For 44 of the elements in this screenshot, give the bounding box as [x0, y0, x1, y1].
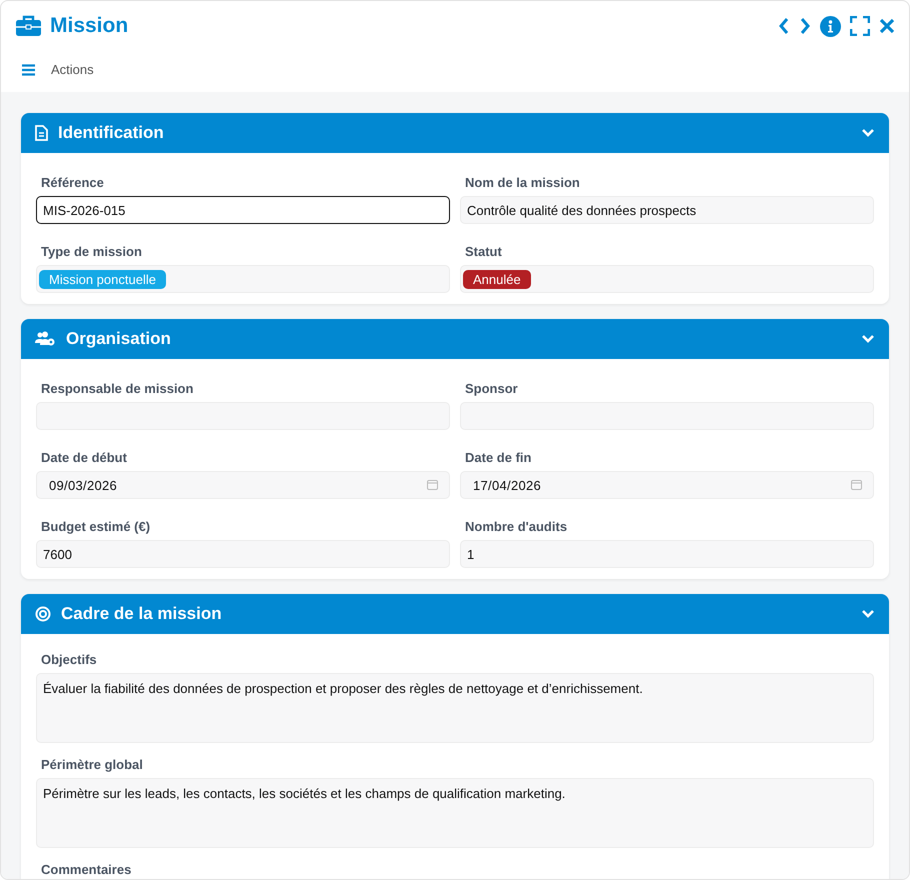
field-label: Date de début [41, 450, 128, 465]
select-field[interactable]: Annulée [460, 265, 874, 293]
people-gear-icon [35, 331, 56, 347]
field-label: Budget estimé (€) [41, 519, 152, 534]
close-icon[interactable] [879, 18, 895, 34]
window-title: Mission [50, 14, 130, 38]
section-header[interactable]: Organisation [21, 319, 889, 359]
briefcase-icon [16, 15, 41, 37]
section-title: Identification [58, 123, 165, 143]
field-label: Nombre d'audits [465, 519, 568, 534]
actions-menu[interactable]: Actions [51, 62, 94, 77]
text-area[interactable]: Évaluer la fiabilité des données de prospection et proposer des règles de nettoyage et d’enrichissement. [36, 673, 874, 743]
text-field[interactable]: MIS-2026-015 [36, 196, 450, 224]
next-icon[interactable] [799, 17, 811, 35]
fullscreen-icon[interactable] [850, 16, 870, 36]
text-field[interactable]: 1 [460, 540, 874, 568]
field-label: Nom de la mission [465, 175, 581, 190]
section-title: Cadre de la mission [61, 604, 223, 624]
text-area[interactable]: Périmètre sur les leads, les contacts, les sociétés et les champs de qualification marketing. [36, 778, 874, 848]
section-header[interactable]: Identification [21, 113, 889, 153]
section-title: Organisation [66, 329, 172, 349]
calendar-icon [851, 479, 862, 490]
calendar-icon [427, 479, 438, 490]
field-label: Référence [41, 175, 105, 190]
status-tag: Annulée [463, 270, 531, 288]
field-label: Responsable de mission [41, 381, 194, 396]
field-label: Statut [465, 244, 503, 259]
menu-icon[interactable] [22, 64, 35, 76]
field-label: Objectifs [41, 652, 98, 667]
section-header[interactable]: Cadre de la mission [21, 594, 889, 634]
field-label: Date de fin [465, 450, 532, 465]
date-field[interactable]: 09/03/2026 [36, 471, 450, 499]
text-field[interactable]: 7600 [36, 540, 450, 568]
field-label: Sponsor [465, 381, 519, 396]
info-icon[interactable] [820, 16, 841, 36]
status-tag: Mission ponctuelle [39, 270, 166, 288]
previous-icon[interactable] [778, 17, 790, 35]
document-icon [35, 125, 48, 141]
field-label: Périmètre global [41, 757, 144, 772]
target-icon [35, 606, 51, 622]
date-field[interactable]: 17/04/2026 [460, 471, 874, 499]
field-label: Type de mission [41, 244, 143, 259]
text-field[interactable]: Contrôle qualité des données prospects [460, 196, 874, 224]
field-label: Commentaires [41, 862, 132, 877]
